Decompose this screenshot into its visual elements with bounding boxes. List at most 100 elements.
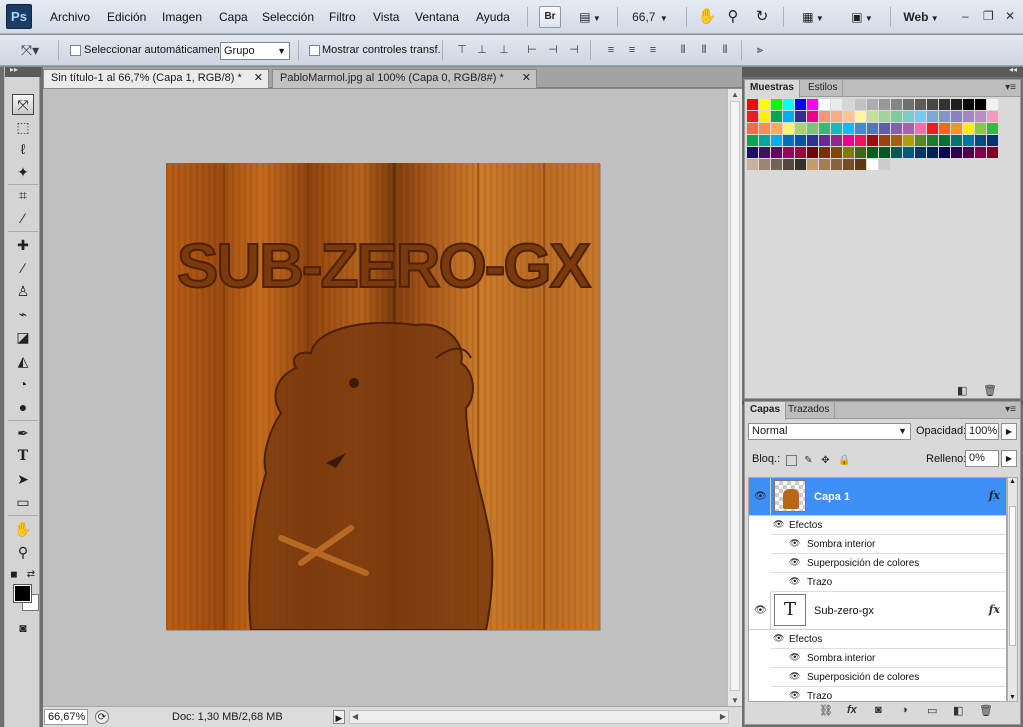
scrollbar-thumb[interactable] (730, 101, 740, 691)
dodge-tool-icon[interactable]: ● (12, 397, 34, 418)
eye-icon[interactable]: 👁 (773, 633, 784, 644)
canvas-area[interactable]: SUB-ZERO-GX (43, 89, 727, 706)
show-transform-checkbox[interactable] (309, 45, 320, 56)
color-swatch[interactable] (987, 123, 999, 135)
color-swatch[interactable] (879, 147, 891, 159)
color-swatch[interactable] (987, 147, 999, 159)
color-swatch[interactable] (891, 135, 903, 147)
layer-visibility-toggle[interactable]: 👁 (749, 478, 771, 515)
color-swatch[interactable] (831, 147, 843, 159)
distribute-left-icon[interactable]: ⫴ (676, 43, 690, 57)
foreground-color-swatch[interactable] (13, 584, 32, 603)
color-swatch[interactable] (747, 147, 759, 159)
color-swatch[interactable] (831, 135, 843, 147)
color-swatch[interactable] (903, 111, 915, 123)
pen-tool-icon[interactable]: ✒ (12, 423, 34, 444)
color-swatch[interactable] (963, 111, 975, 123)
color-swatch[interactable] (879, 99, 891, 111)
bridge-button[interactable]: Br (539, 6, 561, 28)
adjustment-layer-icon[interactable]: ◑ (901, 704, 908, 716)
eye-icon[interactable]: 👁 (773, 519, 784, 530)
menu-archivo[interactable]: Archivo (50, 10, 90, 24)
color-swatch[interactable] (891, 123, 903, 135)
marquee-tool-icon[interactable]: ⬚ (12, 117, 34, 138)
color-swatch[interactable] (879, 111, 891, 123)
color-swatch[interactable] (747, 111, 759, 123)
minimize-button[interactable]: – (962, 9, 969, 23)
magic-wand-tool-icon[interactable]: ✦ (12, 162, 34, 183)
color-swatch[interactable] (783, 147, 795, 159)
document-tab-inactive[interactable]: PabloMarmol.jpg al 100% (Capa 0, RGB/8#)… (272, 69, 537, 88)
new-swatch-icon[interactable]: ◧ (957, 384, 967, 397)
color-swatch[interactable] (879, 123, 891, 135)
align-bottom-icon[interactable]: ⊥ (497, 43, 511, 57)
color-swatch[interactable] (987, 111, 999, 123)
hand-tool-icon[interactable]: ✋ (696, 6, 718, 28)
color-swatch[interactable] (939, 147, 951, 159)
layer-row-capa-1[interactable]: 👁 Capa 1 fx (749, 478, 1006, 516)
color-swatch[interactable] (963, 123, 975, 135)
color-swatch[interactable] (783, 111, 795, 123)
eyedropper-tool-icon[interactable]: ⁄ (12, 208, 34, 229)
add-mask-icon[interactable]: ◙ (875, 704, 882, 716)
eye-icon[interactable]: 👁 (789, 557, 800, 568)
menu-seleccion[interactable]: Selección (262, 10, 314, 24)
color-swatch[interactable] (939, 123, 951, 135)
close-window-button[interactable]: ✕ (1005, 9, 1015, 23)
color-swatch[interactable] (951, 99, 963, 111)
distribute-horizontal-icon[interactable]: ⫴ (697, 43, 711, 57)
color-swatch[interactable] (783, 99, 795, 111)
color-swatch[interactable] (759, 111, 771, 123)
color-swatch[interactable] (759, 147, 771, 159)
color-swatch[interactable] (795, 123, 807, 135)
color-swatch[interactable] (819, 111, 831, 123)
color-swatch[interactable] (927, 99, 939, 111)
align-horizontal-center-icon[interactable]: ⊣ (546, 43, 560, 57)
color-swatch[interactable] (795, 147, 807, 159)
color-swatch[interactable] (807, 111, 819, 123)
tab-estilos[interactable]: Estilos (803, 80, 844, 97)
info-icon[interactable]: ⟳ (95, 710, 109, 724)
eye-icon[interactable]: 👁 (789, 652, 800, 663)
color-swatch[interactable] (747, 123, 759, 135)
move-tool-icon[interactable]: ⤧ (12, 94, 34, 115)
color-swatch[interactable] (987, 135, 999, 147)
color-swatch[interactable] (939, 135, 951, 147)
quick-mask-icon[interactable]: ◙ (12, 618, 34, 639)
scroll-left-icon[interactable]: ◀ (352, 712, 358, 721)
opacity-field[interactable]: 100% (965, 423, 999, 440)
color-swatch[interactable] (807, 99, 819, 111)
color-swatch[interactable] (963, 135, 975, 147)
history-brush-tool-icon[interactable]: ⌁ (12, 304, 34, 325)
color-swatch[interactable] (915, 123, 927, 135)
layer-visibility-toggle[interactable]: 👁 (749, 592, 771, 629)
color-swatch[interactable] (867, 99, 879, 111)
document-canvas[interactable]: SUB-ZERO-GX (166, 163, 600, 630)
effect-row[interactable]: 👁 Sombra interior (771, 535, 1006, 554)
scroll-up-icon[interactable]: ▲ (731, 90, 739, 99)
collapse-icon[interactable]: ◂◂ (1009, 65, 1017, 74)
menu-edicion[interactable]: Edición (107, 10, 146, 24)
layers-scrollbar[interactable]: ▲ ▼ (1007, 477, 1018, 702)
color-swatch[interactable] (759, 135, 771, 147)
color-swatch[interactable] (855, 99, 867, 111)
color-swatch[interactable] (771, 99, 783, 111)
color-swatch[interactable] (783, 135, 795, 147)
color-swatch[interactable] (783, 123, 795, 135)
fill-slider-toggle[interactable]: ▶ (1001, 450, 1017, 467)
color-swatch[interactable] (903, 147, 915, 159)
healing-brush-tool-icon[interactable]: ✚ (12, 235, 34, 256)
color-swatch[interactable] (903, 123, 915, 135)
menu-ventana[interactable]: Ventana (415, 10, 459, 24)
delete-swatch-icon[interactable]: 🗑 (983, 384, 997, 397)
lock-all-icon[interactable]: 🔒 (838, 455, 850, 466)
link-layers-icon[interactable]: ⛓ (819, 704, 833, 717)
auto-select-checkbox[interactable] (70, 45, 81, 56)
path-selection-tool-icon[interactable]: ➤ (12, 469, 34, 490)
color-swatch[interactable] (807, 135, 819, 147)
color-swatch[interactable] (771, 135, 783, 147)
effect-row[interactable]: 👁 Superposición de colores (771, 554, 1006, 573)
close-tab-icon[interactable]: ✕ (254, 70, 263, 87)
paint-bucket-tool-icon[interactable]: ◭ (12, 351, 34, 372)
color-swatch[interactable] (951, 111, 963, 123)
